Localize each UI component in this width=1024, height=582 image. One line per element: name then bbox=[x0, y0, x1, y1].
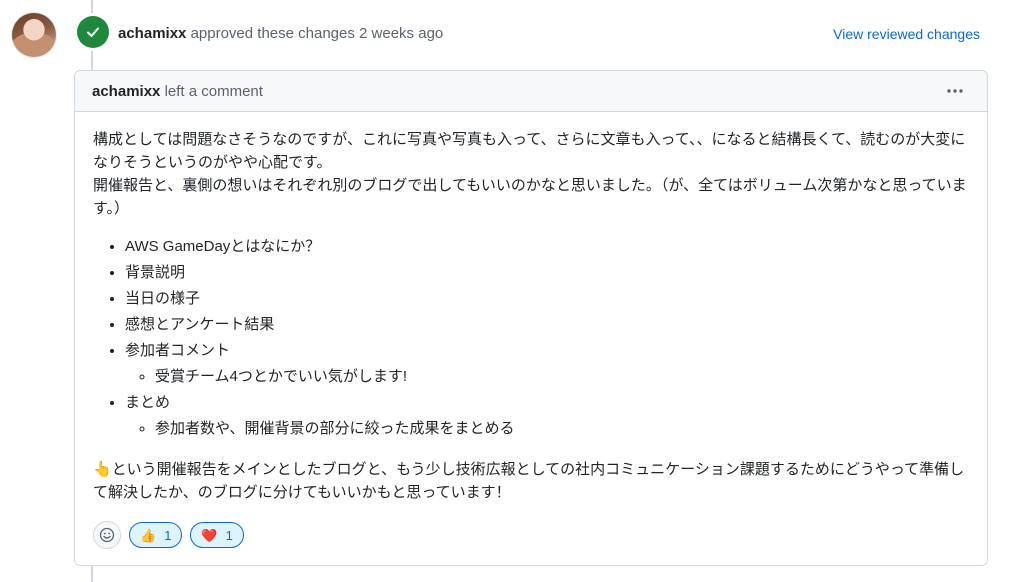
event-action: approved these changes bbox=[190, 25, 355, 42]
check-icon bbox=[85, 24, 101, 40]
comment-paragraph-1: 構成としては問題なさそうなのですが、これに写真や写真も入って、さらに文章も入って… bbox=[93, 131, 966, 171]
comment-action: left a comment bbox=[164, 83, 263, 100]
reactions-bar: 👍 1 ❤️ 1 bbox=[93, 521, 244, 549]
thumbs-up-icon: 👍 bbox=[140, 527, 157, 543]
comment-options-button[interactable] bbox=[943, 81, 967, 101]
outline-list: AWS GameDayとはなにか？ 背景説明 当日の様子 感想とアンケート結果 … bbox=[93, 234, 969, 442]
list-item: 当日の様子 bbox=[125, 286, 969, 312]
comment-paragraph-2: 開催報告と、裏側の想いはそれぞれ別のブログで出してもいいのかなと思いました。（が… bbox=[93, 177, 967, 217]
list-item-label: 参加者コメント bbox=[125, 342, 231, 359]
list-item: 感想とアンケート結果 bbox=[125, 312, 969, 338]
list-item: 背景説明 bbox=[125, 260, 969, 286]
view-reviewed-changes-link[interactable]: View reviewed changes bbox=[833, 24, 980, 44]
sub-list: 受賞チーム4つとかでいい気がします! bbox=[125, 364, 969, 390]
review-event-header: achamixx approved these changes 2 weeks … bbox=[118, 24, 443, 44]
avatar[interactable] bbox=[12, 13, 56, 57]
sub-list-item: 参加者数や、開催背景の部分に絞った成果をまとめる bbox=[155, 416, 969, 442]
heart-icon: ❤️ bbox=[201, 527, 218, 543]
sub-list: 参加者数や、開催背景の部分に絞った成果をまとめる bbox=[125, 416, 969, 442]
reaction-count: 1 bbox=[164, 527, 172, 543]
list-item-label: まとめ bbox=[125, 394, 171, 411]
heart-reaction-button[interactable]: ❤️ 1 bbox=[190, 522, 244, 548]
event-time[interactable]: 2 weeks ago bbox=[359, 25, 443, 42]
smiley-icon bbox=[99, 527, 115, 543]
list-item: AWS GameDayとはなにか？ bbox=[125, 234, 969, 260]
event-author-link[interactable]: achamixx bbox=[118, 25, 186, 42]
reaction-count: 1 bbox=[225, 527, 233, 543]
comment-body: 構成としては問題なさそうなのですが、これに写真や写真も入って、さらに文章も入って… bbox=[75, 112, 987, 504]
review-comment: achamixx left a comment 構成としては問題なさそうなのです… bbox=[74, 70, 988, 566]
comment-author-link[interactable]: achamixx bbox=[92, 83, 160, 100]
thumbs-up-reaction-button[interactable]: 👍 1 bbox=[129, 522, 183, 548]
comment-header: achamixx left a comment bbox=[75, 71, 987, 112]
approved-badge bbox=[77, 16, 109, 48]
add-reaction-button[interactable] bbox=[93, 521, 121, 549]
kebab-horizontal-icon bbox=[946, 88, 964, 94]
list-item: 参加者コメント 受賞チーム4つとかでいい気がします! bbox=[125, 338, 969, 390]
sub-list-item: 受賞チーム4つとかでいい気がします! bbox=[155, 364, 969, 390]
comment-closing-paragraph: 👆という開催報告をメインとしたブログと、もう少し技術広報としての社内コミュニケー… bbox=[93, 461, 965, 501]
list-item: まとめ 参加者数や、開催背景の部分に絞った成果をまとめる bbox=[125, 390, 969, 442]
